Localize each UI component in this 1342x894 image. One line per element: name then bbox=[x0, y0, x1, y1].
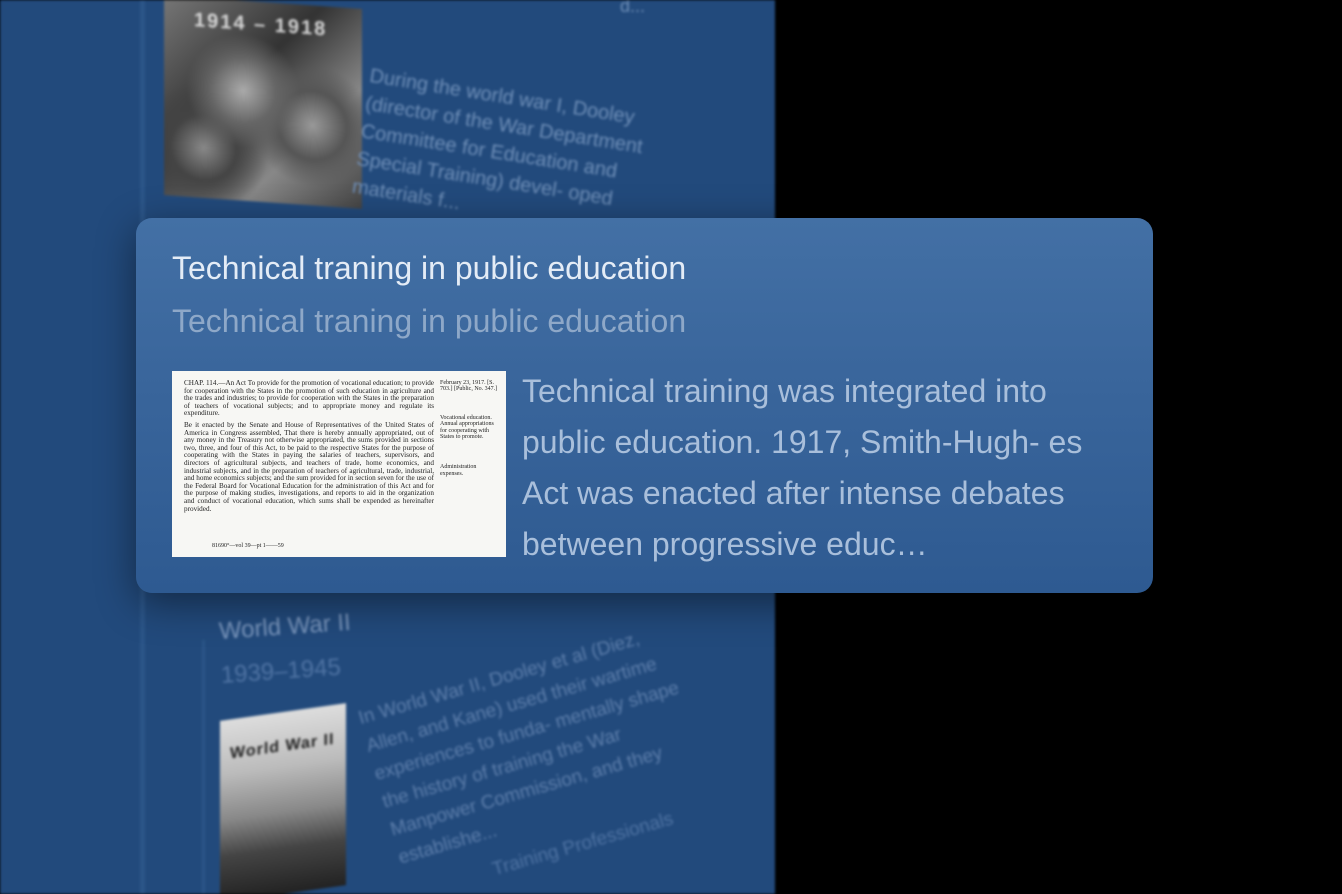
document-margin-note: Vocational education. Annual appropriati… bbox=[440, 414, 494, 441]
document-margin-note-2: Administration expenses. bbox=[440, 464, 477, 477]
card-title: Technical traning in public education bbox=[172, 250, 687, 286]
ww1-photo-thumbnail[interactable]: 1914 – 1918 bbox=[164, 0, 362, 209]
card-description: Technical training was integrated into p… bbox=[522, 373, 1083, 562]
document-margin: February 23, 1917. [S. 703.] [Public, No… bbox=[440, 380, 500, 477]
ww2-photo-thumbnail[interactable]: World War II bbox=[220, 703, 346, 894]
document-thumbnail[interactable]: CHAP. 114.—An Act To provide for the pro… bbox=[172, 371, 506, 557]
ww1-photo-label: 1914 – 1918 bbox=[194, 9, 328, 41]
ww2-card-title[interactable]: World War II bbox=[218, 609, 352, 646]
timeline-sub-spine bbox=[202, 640, 205, 894]
document-body: Be it enacted by the Senate and House of… bbox=[184, 420, 434, 513]
ww2-photo-label: World War II bbox=[230, 730, 335, 763]
focused-timeline-card[interactable]: Technical traning in public education Te… bbox=[136, 218, 1153, 593]
ww2-card-years: 1939–1945 bbox=[220, 653, 342, 689]
ww2-card-description: In World War II, Dooley et al (Diez, All… bbox=[356, 628, 682, 869]
card-subtitle: Technical traning in public education bbox=[172, 303, 687, 339]
document-text: CHAP. 114.—An Act To provide for the pro… bbox=[184, 379, 434, 513]
document-header: CHAP. 114.—An Act To provide for the pro… bbox=[184, 379, 434, 418]
document-footer: 81690°—vol 39—pt 1——59 bbox=[212, 543, 284, 549]
document-date: February 23, 1917. [S. 703.] [Public, No… bbox=[440, 380, 498, 393]
previous-card-text-fragment: d... bbox=[620, 0, 646, 16]
